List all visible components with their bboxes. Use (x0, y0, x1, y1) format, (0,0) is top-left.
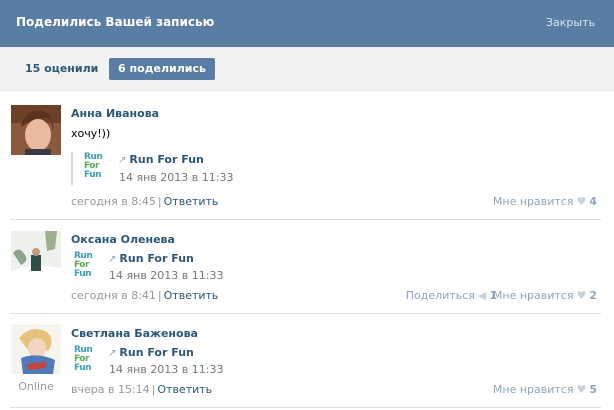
repost-title: Run For Fun (129, 153, 204, 166)
megaphone-icon: ◀ (477, 289, 487, 302)
close-button[interactable]: Закрыть (546, 16, 595, 29)
heart-icon: ♥ (576, 289, 587, 302)
logo-line: Fun (74, 363, 92, 373)
avatar[interactable] (11, 324, 61, 374)
share-arrow-icon: ↗ (108, 254, 117, 265)
repost-title-link[interactable]: ↗ Run For Fun (108, 252, 194, 265)
like-count: 5 (589, 383, 597, 396)
tab-shares[interactable]: 6 поделились (109, 58, 215, 80)
repost-date: 14 янв 2013 в 11:33 (119, 171, 234, 184)
share-button[interactable]: Поделиться ◀ 1 (406, 289, 497, 302)
like-label: Мне нравится (492, 383, 574, 396)
repost-date: 14 янв 2013 в 11:33 (109, 269, 224, 282)
share-label: Поделиться (405, 289, 475, 302)
repost-border (71, 152, 73, 185)
repost-block: Run For Fun ↗ Run For Fun 14 янв 2013 в 1… (71, 251, 371, 283)
avatar-photo-icon (11, 231, 61, 281)
run-for-fun-logo[interactable]: Run For Fun (74, 346, 100, 374)
like-label: Мне нравится (492, 289, 574, 302)
list-item: Анна Иванова хочу!)) Run For Fun ↗ Run Fo… (10, 91, 601, 220)
post-time: сегодня в 8:41 (71, 289, 156, 302)
logo-line: Fun (74, 269, 92, 279)
run-for-fun-logo[interactable]: Run For Fun (84, 153, 110, 181)
avatar-photo-icon (11, 324, 61, 374)
repost-block: Run For Fun ↗ Run For Fun 14 янв 2013 в 1… (71, 152, 371, 186)
post-meta: сегодня в 8:41 | Ответить (71, 289, 218, 302)
list-item: Online Светлана Баженова Run For Fun ↗ Ru… (10, 314, 601, 408)
like-count: 4 (589, 195, 597, 208)
repost-block: Run For Fun ↗ Run For Fun 14 янв 2013 в 1… (71, 345, 371, 377)
like-button[interactable]: Мне нравится ♥ 4 (493, 195, 597, 208)
repost-title-link[interactable]: ↗ Run For Fun (108, 346, 194, 359)
heart-icon: ♥ (576, 195, 587, 208)
online-status: Online (18, 380, 54, 393)
reply-link[interactable]: Ответить (157, 383, 212, 396)
box-title: Поделились Вашей записью (16, 15, 215, 29)
post-time: вчера в 15:14 (71, 383, 150, 396)
logo-line: Fun (84, 170, 102, 180)
box-header: Поделились Вашей записью Закрыть (0, 0, 614, 47)
like-button[interactable]: Мне нравится ♥ 2 (493, 289, 597, 302)
repost-title-link[interactable]: ↗ Run For Fun (118, 153, 204, 166)
like-label: Мне нравится (492, 195, 574, 208)
tab-bar: 15 оценили 6 поделились (0, 47, 614, 91)
separator: | (157, 289, 162, 302)
like-button[interactable]: Мне нравится ♥ 5 (493, 383, 597, 396)
reply-link[interactable]: Ответить (164, 289, 219, 302)
separator: | (157, 195, 162, 208)
author-link[interactable]: Оксана Оленева (71, 233, 175, 246)
author-link[interactable]: Анна Иванова (71, 107, 159, 120)
heart-icon: ♥ (576, 383, 587, 396)
repost-title: Run For Fun (119, 346, 194, 359)
post-meta: сегодня в 8:45 | Ответить (71, 195, 218, 208)
tab-likes[interactable]: 15 оценили (16, 58, 107, 80)
reply-link[interactable]: Ответить (164, 195, 219, 208)
author-link[interactable]: Светлана Баженова (71, 327, 198, 340)
share-arrow-icon: ↗ (108, 348, 117, 359)
list-item: Оксана Оленева Run For Fun ↗ Run For Fun … (10, 220, 601, 314)
avatar[interactable] (11, 105, 61, 155)
separator: | (151, 383, 156, 396)
avatar[interactable] (11, 231, 61, 281)
run-for-fun-logo[interactable]: Run For Fun (74, 252, 100, 280)
avatar-photo-icon (11, 105, 61, 155)
repost-date: 14 янв 2013 в 11:33 (109, 363, 224, 376)
repost-title: Run For Fun (119, 252, 194, 265)
post-time: сегодня в 8:45 (71, 195, 156, 208)
like-count: 2 (589, 289, 597, 302)
post-text: хочу!)) (71, 127, 111, 140)
post-meta: вчера в 15:14 | Ответить (71, 383, 212, 396)
share-arrow-icon: ↗ (118, 155, 127, 166)
